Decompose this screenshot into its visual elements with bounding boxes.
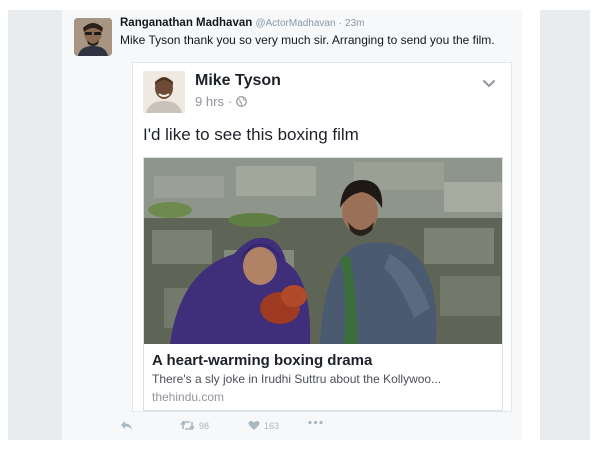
reply-button[interactable] (120, 420, 133, 431)
globe-icon (236, 96, 248, 107)
background-column-right (540, 10, 590, 440)
embedded-facebook-post[interactable]: Mike Tyson 9 hrs · I'd like to see this … (132, 62, 512, 412)
chevron-down-icon[interactable] (481, 75, 497, 91)
link-domain: thehindu.com (152, 390, 225, 404)
tweet-actions: 98 163 (120, 420, 420, 434)
post-meta: 9 hrs · (195, 94, 248, 109)
tweet-timestamp[interactable]: 23m (345, 18, 364, 29)
more-options-button[interactable] (308, 420, 323, 425)
separator-dot: · (227, 94, 233, 109)
link-preview[interactable]: A heart-warming boxing drama There's a s… (143, 157, 503, 411)
post-author-name[interactable]: Mike Tyson (195, 72, 281, 90)
author-name[interactable]: Ranganathan Madhavan (120, 17, 252, 29)
link-preview-image (144, 158, 502, 344)
separator-dot: · (338, 18, 342, 29)
author-handle[interactable]: @ActorMadhavan (255, 18, 335, 29)
post-author-avatar[interactable] (143, 71, 185, 113)
background-column-left (8, 10, 62, 440)
heart-icon (248, 420, 260, 431)
post-text: I'd like to see this boxing film (143, 125, 359, 144)
link-title[interactable]: A heart-warming boxing drama (152, 352, 372, 369)
retweet-count: 98 (199, 420, 210, 431)
author-avatar[interactable] (74, 18, 112, 56)
tweet-header: Ranganathan Madhavan @ActorMadhavan · 23… (120, 17, 516, 29)
reply-icon (120, 420, 133, 431)
retweet-button[interactable]: 98 (180, 420, 209, 431)
post-time[interactable]: 9 hrs (195, 94, 224, 109)
more-icon (308, 420, 323, 425)
like-count: 163 (264, 420, 280, 431)
tweet: Ranganathan Madhavan @ActorMadhavan · 23… (62, 10, 522, 440)
retweet-icon (180, 420, 195, 431)
link-description: There's a sly joke in Irudhi Suttru abou… (152, 372, 442, 386)
like-button[interactable]: 163 (248, 420, 279, 431)
tweet-text: Mike Tyson thank you so very much sir. A… (120, 33, 495, 47)
